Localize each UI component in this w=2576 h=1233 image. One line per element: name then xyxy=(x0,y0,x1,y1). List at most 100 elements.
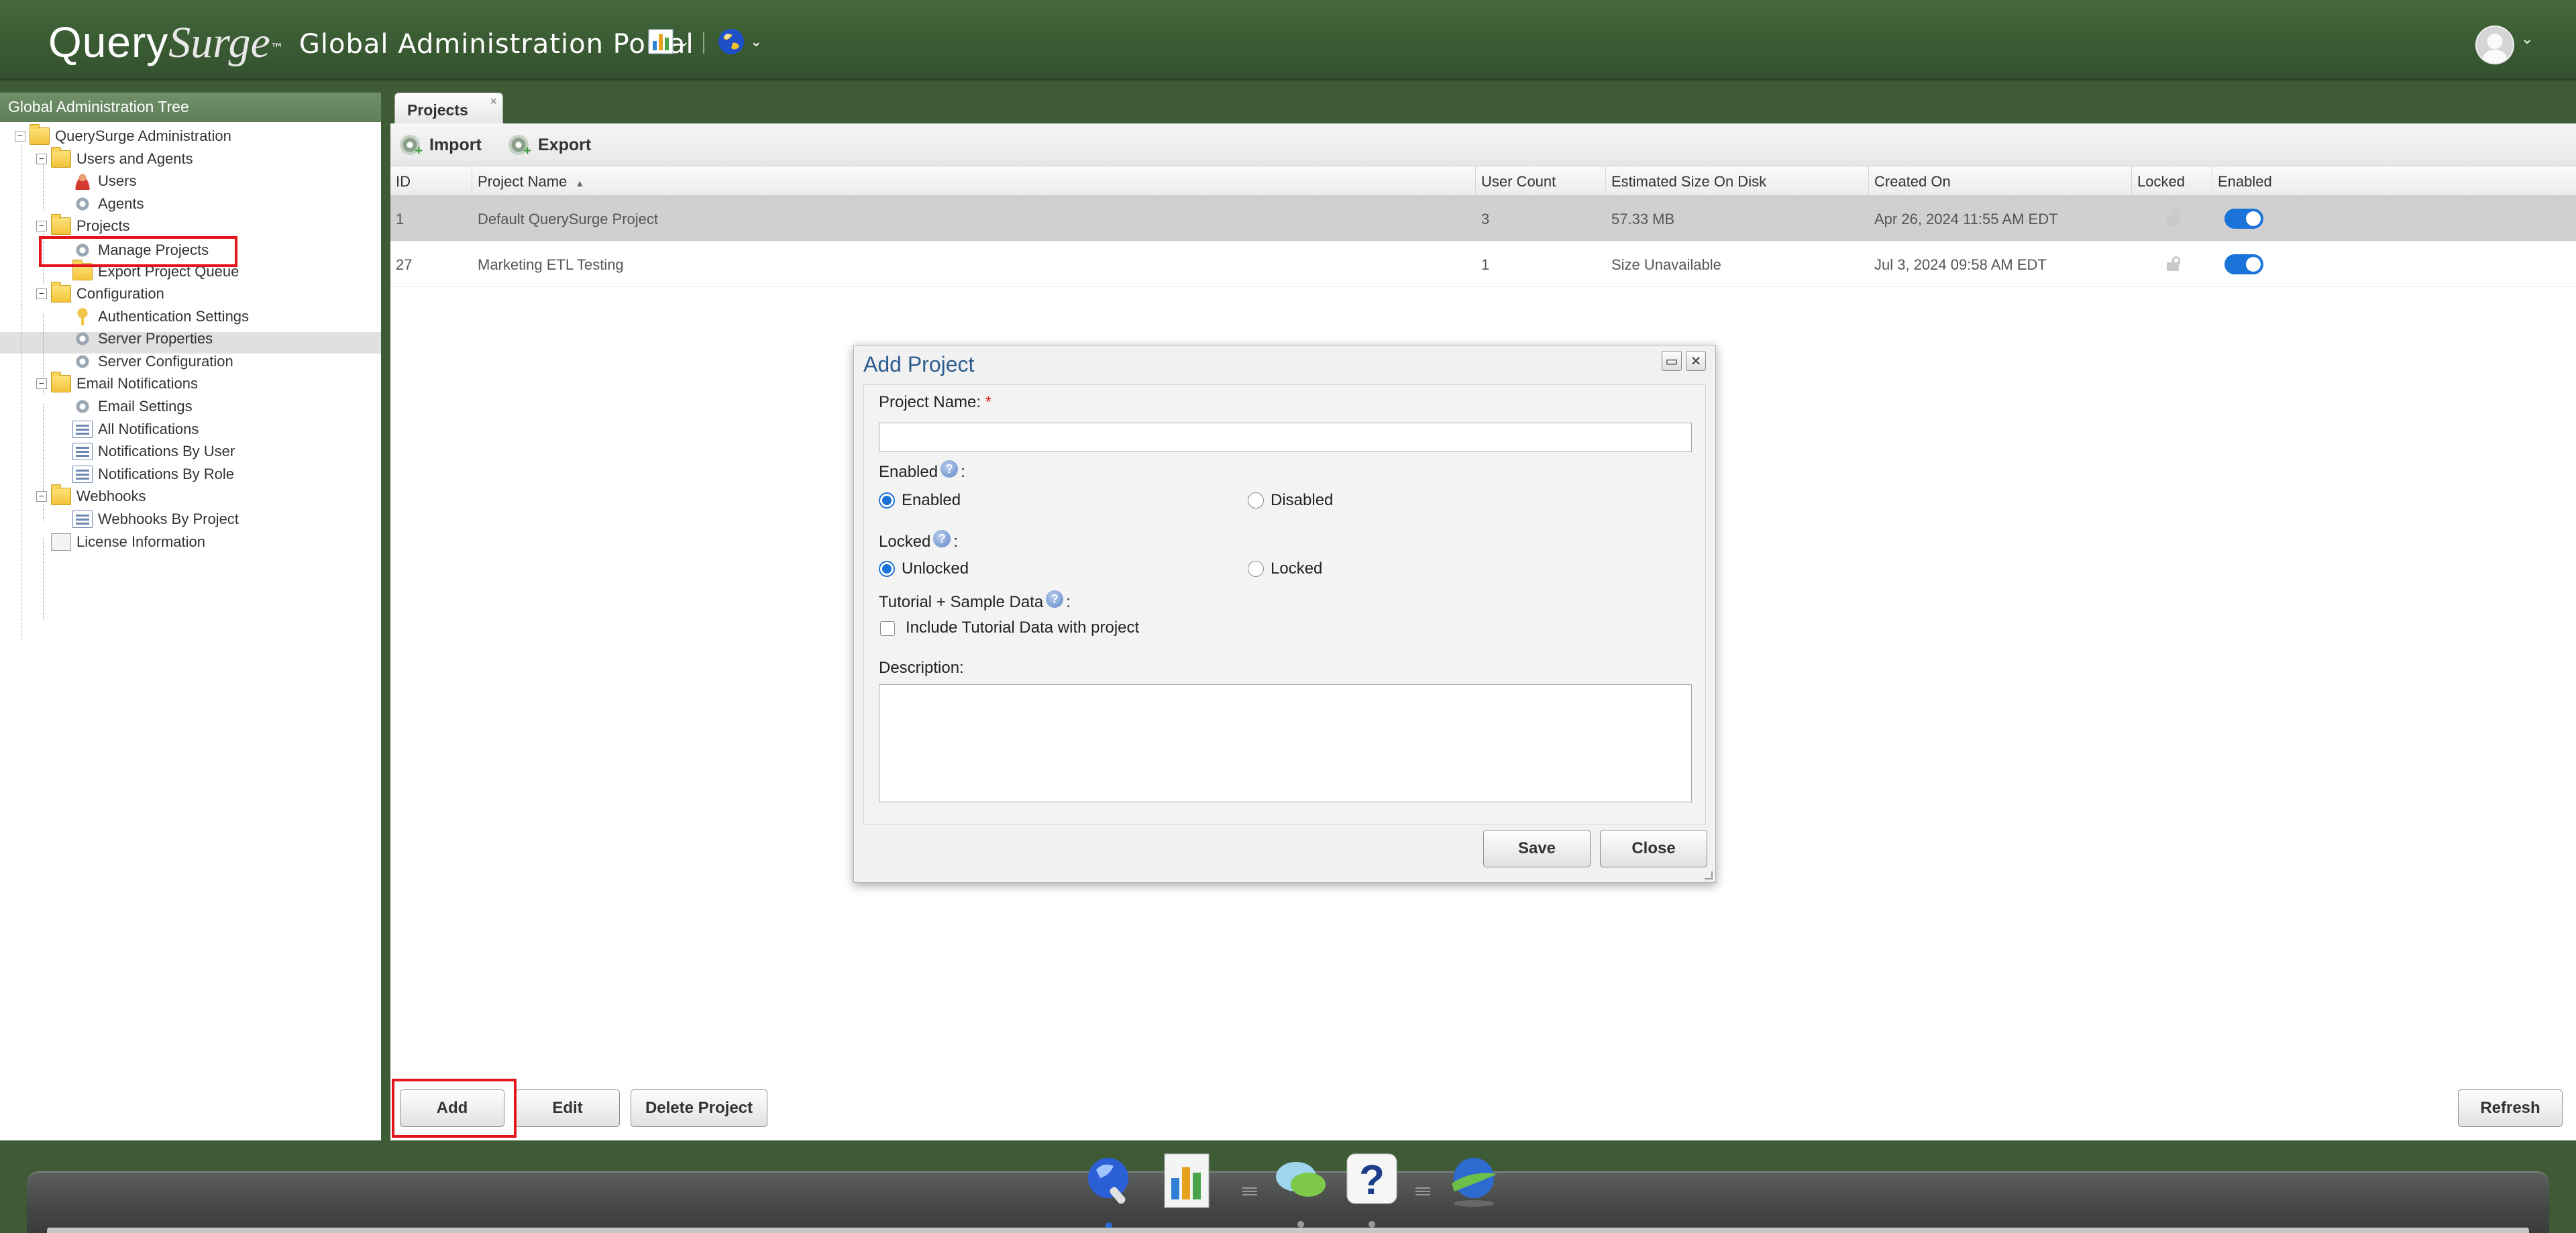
unlocked-icon[interactable] xyxy=(2167,211,2180,225)
include-tutorial-checkbox[interactable] xyxy=(880,621,895,636)
sort-ascending-icon: ▲ xyxy=(575,178,585,189)
header-divider xyxy=(703,32,704,54)
tree-item-email-settings[interactable]: Email Settings xyxy=(72,396,193,417)
dock-indicator xyxy=(1368,1221,1375,1228)
close-icon[interactable]: × xyxy=(490,95,497,109)
close-button[interactable]: Close xyxy=(1600,830,1707,867)
resize-handle[interactable] xyxy=(1705,871,1713,879)
cell-project-name: Default QuerySurge Project xyxy=(478,211,659,227)
user-icon xyxy=(72,172,93,190)
import-button[interactable]: Import xyxy=(400,131,482,159)
tree-item-label: License Information xyxy=(76,533,205,550)
column-id[interactable]: ID xyxy=(390,166,472,196)
column-created-on[interactable]: Created On xyxy=(1869,166,2132,196)
enabled-radio[interactable] xyxy=(879,492,895,508)
highlight-manage-projects xyxy=(39,236,237,267)
tree-item-label: All Notifications xyxy=(98,421,199,437)
unlocked-icon[interactable] xyxy=(2167,256,2180,271)
disabled-radio[interactable] xyxy=(1248,492,1264,508)
collapse-icon[interactable]: − xyxy=(15,131,25,142)
tree-item-label: Server Properties xyxy=(98,330,213,347)
close-icon[interactable]: ✕ xyxy=(1686,351,1706,371)
collapse-icon[interactable]: − xyxy=(36,154,47,164)
portal-title: Global Administration Portal xyxy=(299,29,694,60)
export-button[interactable]: Export xyxy=(508,131,591,159)
locked-radio[interactable] xyxy=(1248,561,1264,577)
help-icon[interactable]: ? xyxy=(1046,590,1064,608)
tree-item-querysurge-administration[interactable]: − QuerySurge Administration xyxy=(15,124,231,147)
tree-item-server-properties[interactable]: Server Properties xyxy=(72,328,213,350)
edit-button[interactable]: Edit xyxy=(515,1089,620,1127)
project-name-input[interactable] xyxy=(879,423,1692,452)
enabled-toggle[interactable] xyxy=(2224,209,2263,229)
cell-project-name: Marketing ETL Testing xyxy=(478,256,624,273)
column-locked[interactable]: Locked xyxy=(2132,166,2212,196)
brand-logo: QuerySurge™ Global Administration Portal xyxy=(48,17,694,68)
tree-item-label: Email Notifications xyxy=(76,375,198,392)
description-textarea[interactable] xyxy=(879,684,1692,802)
cell-id: 27 xyxy=(396,256,413,273)
tree-item-authentication-settings[interactable]: Authentication Settings xyxy=(72,306,249,327)
user-avatar[interactable] xyxy=(2475,25,2514,64)
magnifier-globe-icon xyxy=(1088,1158,1128,1204)
column-enabled[interactable]: Enabled xyxy=(2212,166,2576,196)
tree-item-configuration[interactable]: − Configuration xyxy=(36,282,164,305)
chevron-down-icon[interactable]: ⌄ xyxy=(2521,31,2533,48)
chevron-down-icon: ⌄ xyxy=(678,33,690,50)
column-estimated-size[interactable]: Estimated Size On Disk xyxy=(1606,166,1869,196)
save-button[interactable]: Save xyxy=(1483,830,1591,867)
column-label: Project Name xyxy=(478,173,568,190)
svg-text:?: ? xyxy=(1359,1157,1385,1203)
unlocked-radio[interactable] xyxy=(879,561,895,577)
tree-item-agents[interactable]: Agents xyxy=(72,193,144,215)
language-menu-button[interactable]: ⌄ xyxy=(716,27,762,56)
tree-item-notifications-by-user[interactable]: Notifications By User xyxy=(72,441,235,462)
help-icon[interactable]: ? xyxy=(1343,1150,1401,1210)
column-user-count[interactable]: User Count xyxy=(1476,166,1606,196)
active-indicator xyxy=(1106,1222,1112,1229)
tree-item-all-notifications[interactable]: All Notifications xyxy=(72,419,199,440)
enabled-option-label: Enabled xyxy=(902,491,961,509)
design-library-icon[interactable] xyxy=(1080,1150,1138,1210)
tab-projects[interactable]: Projects × xyxy=(394,93,503,123)
collapse-icon[interactable]: − xyxy=(36,378,47,389)
refresh-button[interactable]: Refresh xyxy=(2458,1089,2563,1127)
include-tutorial-label: Include Tutorial Data with project xyxy=(906,619,1140,637)
collapse-icon[interactable]: − xyxy=(36,288,47,299)
tree-item-users[interactable]: Users xyxy=(72,170,136,192)
tree-item-email-notifications[interactable]: − Email Notifications xyxy=(36,372,198,394)
tree-item-webhooks-by-project[interactable]: Webhooks By Project xyxy=(72,508,239,530)
colon: : xyxy=(961,463,965,481)
reports-icon[interactable] xyxy=(1158,1150,1216,1210)
tree-item-webhooks[interactable]: − Webhooks xyxy=(36,484,146,507)
tree-item-projects[interactable]: − Projects xyxy=(36,214,130,237)
collapse-icon[interactable]: − xyxy=(36,221,47,231)
required-marker: * xyxy=(985,393,992,411)
reports-menu-button[interactable]: ⌄ xyxy=(648,27,690,56)
help-icon[interactable]: ? xyxy=(941,460,959,478)
enabled-toggle[interactable] xyxy=(2224,254,2263,274)
table-row[interactable]: 27 Marketing ETL Testing 1 Size Unavaila… xyxy=(390,242,2576,287)
tree-item-server-configuration[interactable]: Server Configuration xyxy=(72,351,233,372)
report-chart-icon xyxy=(648,29,674,54)
app-header: QuerySurge™ Global Administration Portal… xyxy=(0,0,2576,81)
list-icon xyxy=(72,511,93,528)
cell-created-on: Apr 26, 2024 11:55 AM EDT xyxy=(1874,211,2058,227)
globe-icon xyxy=(718,29,744,54)
folder-users-icon xyxy=(51,147,71,168)
table-row[interactable]: 1 Default QuerySurge Project 3 57.33 MB … xyxy=(390,196,2576,242)
help-icon[interactable]: ? xyxy=(933,530,951,547)
querysurge-globe-icon[interactable] xyxy=(1445,1150,1503,1210)
report-chart-icon xyxy=(1164,1153,1210,1208)
tree-item-notifications-by-role[interactable]: Notifications By Role xyxy=(72,464,234,485)
dock-separator xyxy=(1242,1187,1257,1195)
column-project-name[interactable]: Project Name ▲ xyxy=(472,166,1476,196)
tree-item-users-and-agents[interactable]: − Users and Agents xyxy=(36,147,193,170)
tree-item-label: Projects xyxy=(76,217,130,234)
chat-icon[interactable] xyxy=(1272,1150,1330,1210)
tree-item-license-information[interactable]: License Information xyxy=(51,531,205,553)
maximize-icon[interactable]: ▭ xyxy=(1662,351,1682,371)
collapse-icon[interactable]: − xyxy=(36,491,47,502)
delete-project-button[interactable]: Delete Project xyxy=(631,1089,767,1127)
license-icon xyxy=(51,533,71,551)
